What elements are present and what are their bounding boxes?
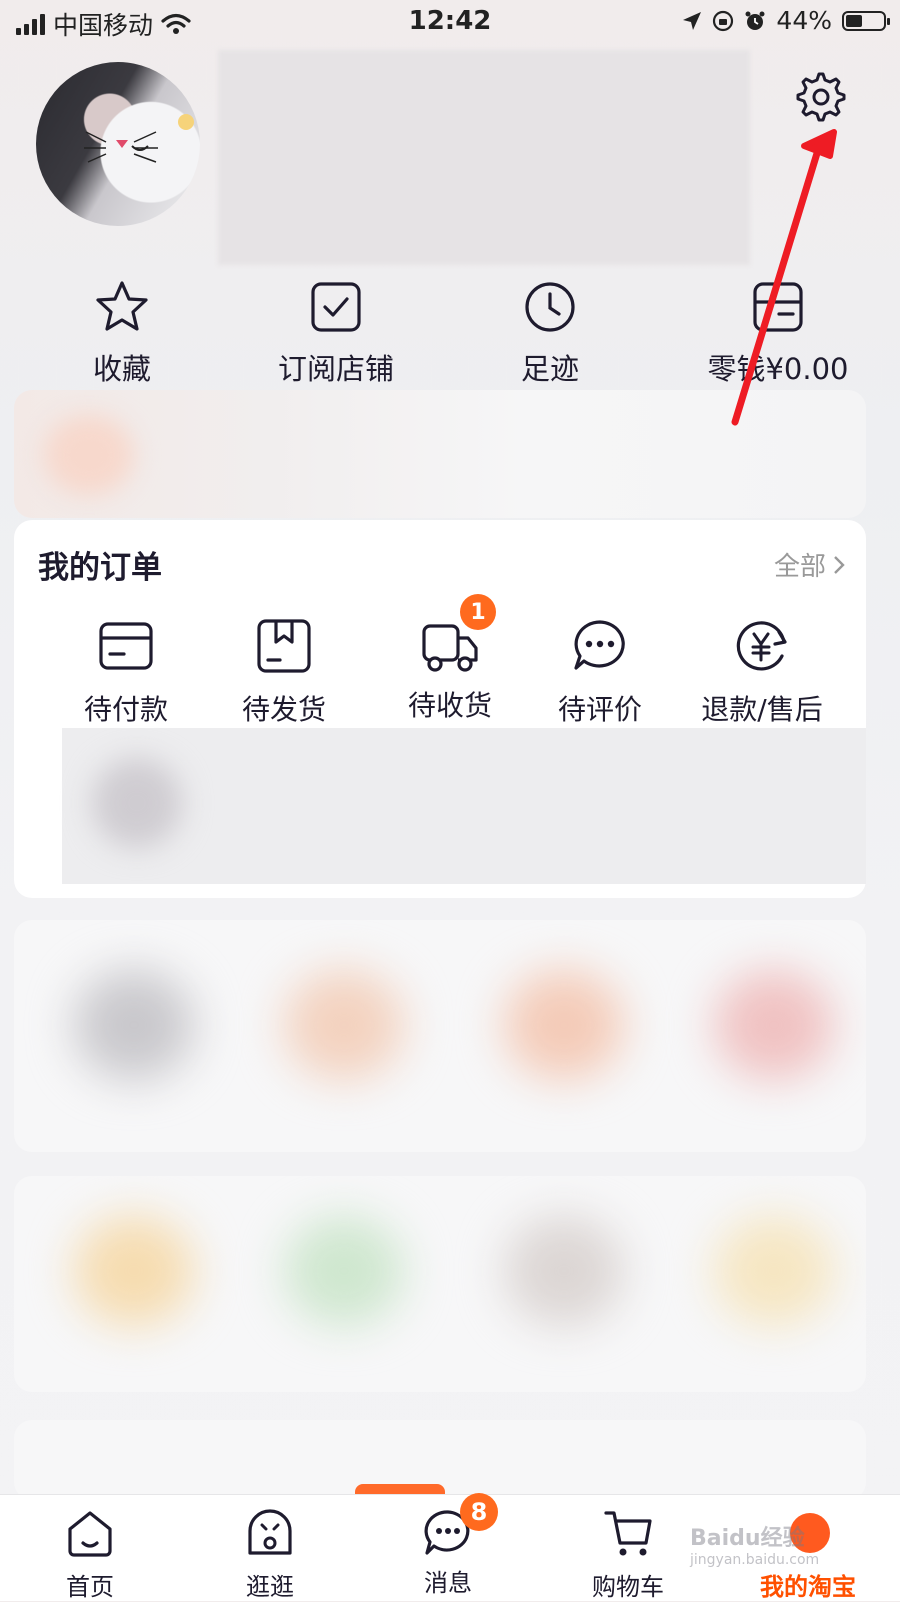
- order-refund-aftersale[interactable]: 退款/售后: [682, 616, 842, 728]
- quick-wallet-label: 零钱¥0.00: [707, 352, 849, 386]
- avatar[interactable]: [36, 62, 200, 226]
- order-pending-review[interactable]: 待评价: [520, 616, 680, 728]
- tab-cart-label: 购物车: [592, 1573, 664, 1601]
- order-pending-receipt-label: 待收货: [407, 689, 492, 722]
- blurred-order-preview: [62, 728, 866, 884]
- explore-icon: [248, 1509, 292, 1555]
- location-arrow-icon: [683, 11, 702, 30]
- alarm-icon: [745, 11, 765, 30]
- cat-whiskers-icon: [84, 114, 194, 163]
- quick-actions: 收藏 订阅店铺 足迹 零钱¥0.00: [0, 272, 900, 386]
- order-pending-shipment[interactable]: 待发货: [204, 616, 364, 728]
- quick-favorites[interactable]: 收藏: [32, 272, 212, 388]
- orders-all-link[interactable]: 全部: [774, 546, 846, 583]
- tab-explore-label: 逛逛: [246, 1573, 294, 1601]
- orders-card: 我的订单 全部 待付款 待发货 1 待收货 待评价 退款/售后: [14, 520, 866, 898]
- order-pending-receipt[interactable]: 1 待收货: [370, 594, 530, 724]
- quick-subscribed-stores[interactable]: 订阅店铺: [246, 272, 426, 388]
- chevron-right-icon: [834, 555, 845, 574]
- tab-my-taobao-label: 我的淘宝: [760, 1573, 856, 1601]
- status-bar: 中国移动 12:42 44%: [0, 0, 900, 46]
- order-refund-aftersale-label: 退款/售后: [701, 693, 823, 726]
- orders-all-label: 全部: [773, 552, 826, 582]
- order-pending-review-label: 待评价: [557, 693, 642, 726]
- messages-badge: 8: [460, 1493, 498, 1531]
- tab-home-label: 首页: [66, 1573, 114, 1601]
- blurred-recommendation-row: [14, 1176, 866, 1392]
- quick-footprints-label: 足迹: [520, 352, 579, 386]
- watermark-main: Baidu经验: [690, 1526, 805, 1551]
- tab-explore[interactable]: 逛逛: [210, 1507, 330, 1602]
- tab-messages-label: 消息: [424, 1569, 472, 1597]
- order-pending-shipment-label: 待发货: [241, 693, 326, 726]
- gear-icon: [796, 72, 846, 122]
- battery-icon: [842, 10, 890, 31]
- orders-title: 我的订单: [38, 550, 162, 586]
- tab-messages[interactable]: 8 消息: [388, 1493, 508, 1598]
- blurred-banner: [14, 390, 866, 518]
- refund-icon: [736, 621, 787, 671]
- watermark-sub: jingyan.baidu.com: [690, 1552, 820, 1568]
- quick-subscribed-stores-label: 订阅店铺: [277, 352, 394, 386]
- chat-dots-icon: [574, 620, 625, 670]
- wallet-icon: [753, 282, 803, 332]
- tab-cart[interactable]: 购物车: [568, 1507, 688, 1602]
- order-pending-payment[interactable]: 待付款: [46, 616, 206, 728]
- order-pending-payment-label: 待付款: [83, 693, 168, 726]
- star-icon: [96, 281, 148, 331]
- blurred-recommendation-row: [14, 920, 866, 1152]
- card-icon: [99, 622, 153, 670]
- blurred-profile-info: [218, 50, 750, 265]
- quick-wallet[interactable]: 零钱¥0.00: [688, 272, 868, 388]
- box-icon: [257, 619, 311, 673]
- rotation-lock-icon: [713, 10, 734, 31]
- settings-button[interactable]: [790, 68, 848, 126]
- battery-percent: 44%: [776, 6, 832, 35]
- home-icon: [68, 1511, 112, 1557]
- cart-icon: [604, 1511, 652, 1556]
- store-check-icon: [311, 282, 361, 332]
- baidu-watermark: Baidu经验 jingyan.baidu.com: [690, 1520, 819, 1568]
- tab-home[interactable]: 首页: [30, 1507, 150, 1602]
- quick-footprints[interactable]: 足迹: [460, 272, 640, 388]
- clock-icon: [525, 282, 575, 332]
- order-receipt-badge: 1: [460, 594, 496, 630]
- quick-favorites-label: 收藏: [92, 352, 151, 386]
